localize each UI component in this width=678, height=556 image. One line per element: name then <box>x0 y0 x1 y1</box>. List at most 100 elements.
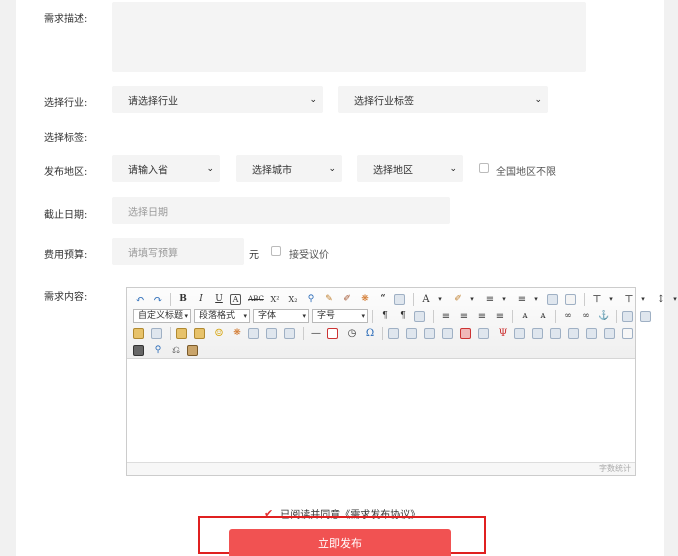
align-center-icon[interactable]: ≡ <box>457 309 471 323</box>
ordered-list-icon[interactable]: ≡ <box>483 292 497 306</box>
industry-tag-select[interactable]: 选择行业标签 ⌄ <box>338 86 548 113</box>
negotiable-checkbox[interactable] <box>271 246 281 256</box>
province-select[interactable]: 请输入省 ⌄ <box>112 155 220 182</box>
submit-button[interactable]: 立即发布 <box>229 529 451 556</box>
image-icon[interactable] <box>133 327 144 339</box>
insert-frame-icon[interactable] <box>284 327 295 339</box>
underline-button[interactable]: U <box>212 292 226 306</box>
nationwide-checkbox[interactable] <box>479 163 489 173</box>
industry-tag-select-value: 选择行业标签 <box>354 96 414 107</box>
paste-plain-icon[interactable] <box>394 293 405 305</box>
chevron-down-icon[interactable]: ▾ <box>433 292 447 306</box>
row-spacing-top-icon[interactable]: ⊤ <box>590 292 604 306</box>
chevron-down-icon[interactable]: ▾ <box>529 292 543 306</box>
italic-button[interactable]: I <box>194 292 208 306</box>
bold-button[interactable]: B <box>176 292 190 306</box>
date-icon[interactable] <box>327 327 338 339</box>
emoji-icon[interactable]: ☺ <box>212 326 226 340</box>
align-right-icon[interactable]: ≡ <box>475 309 489 323</box>
strikethrough-button[interactable]: ABC <box>248 292 264 306</box>
split-cells-icon[interactable] <box>568 327 579 339</box>
chevron-down-icon: ⌄ <box>309 94 317 105</box>
font-family-dropdown[interactable]: 字体 ▾ <box>253 309 309 323</box>
link-icon[interactable]: ∞ <box>561 309 575 323</box>
blockquote-icon[interactable]: “ <box>376 292 390 306</box>
redo-icon[interactable]: ↷ <box>151 292 165 306</box>
attachment-icon[interactable] <box>248 327 259 339</box>
rtl-icon[interactable]: ¶ <box>396 309 410 323</box>
chevron-down-icon[interactable]: ▾ <box>465 292 479 306</box>
font-color-button[interactable]: A <box>419 292 433 306</box>
rich-text-editor: ↶ ↷ B I U A ABC X² X₂ ⚲ ✎ ✐ ❋ “ A ▾ ✐ ▾ … <box>126 287 677 476</box>
chevron-down-icon[interactable]: ▾ <box>636 292 650 306</box>
split-rows-icon[interactable] <box>586 327 597 339</box>
merge-cells-icon[interactable] <box>514 327 525 339</box>
deadline-input[interactable]: 选择日期 <box>112 197 450 224</box>
unordered-list-icon[interactable]: ≡ <box>515 292 529 306</box>
deadline-placeholder: 选择日期 <box>128 207 168 218</box>
select-all-icon[interactable] <box>547 293 558 305</box>
preview-icon[interactable]: ⚲ <box>151 343 165 357</box>
superscript-button[interactable]: X² <box>268 292 282 306</box>
search-replace-binoculars-icon[interactable]: ⎌ <box>169 343 183 357</box>
font-size-dropdown[interactable]: 字号 ▾ <box>312 309 368 323</box>
unlink-icon[interactable]: ∞ <box>579 309 593 323</box>
font-size-label: 字号 <box>317 311 336 321</box>
subscript-button[interactable]: X₂ <box>286 292 300 306</box>
special-char-icon[interactable]: Ω <box>363 326 377 340</box>
ltr-icon[interactable]: ¶ <box>378 309 392 323</box>
drafts-icon[interactable] <box>187 344 198 356</box>
paragraph-format-dropdown[interactable]: 段落格式 ▾ <box>194 309 250 323</box>
map-icon[interactable] <box>266 327 277 339</box>
insert-image-icon[interactable] <box>176 327 187 339</box>
horizontal-rule-icon[interactable]: — <box>309 326 323 340</box>
custom-title-label: 自定义标题 <box>138 311 184 321</box>
merge-right-icon[interactable] <box>532 327 543 339</box>
align-left-icon[interactable]: ≡ <box>439 309 453 323</box>
nationwide-label: 全国地区不限 <box>496 167 556 178</box>
image-float-left-icon[interactable] <box>622 310 633 322</box>
city-select[interactable]: 选择城市 ⌄ <box>236 155 342 182</box>
text-direction-icon[interactable] <box>622 327 633 339</box>
district-select[interactable]: 选择地区 ⌄ <box>357 155 463 182</box>
delete-col-icon[interactable]: Ψ <box>496 326 510 340</box>
scrawl-icon[interactable]: ❋ <box>230 326 244 340</box>
indent-icon[interactable] <box>414 310 425 322</box>
insert-paragraph-before-icon[interactable] <box>424 327 435 339</box>
editor-content-area[interactable] <box>127 359 635 463</box>
format-brush-icon[interactable]: ✐ <box>340 292 354 306</box>
undo-icon[interactable]: ↶ <box>133 292 147 306</box>
video-icon[interactable] <box>194 327 205 339</box>
search-replace-icon[interactable]: ⚲ <box>304 292 318 306</box>
auto-format-icon[interactable]: ❋ <box>358 292 372 306</box>
line-height-icon[interactable]: ↕ <box>654 292 668 306</box>
merge-down-icon[interactable] <box>550 327 561 339</box>
lowercase-icon[interactable]: ᴀ <box>536 309 550 323</box>
row-spacing-bottom-icon[interactable]: ⊤ <box>622 292 636 306</box>
insert-table-icon[interactable] <box>388 327 399 339</box>
multi-image-icon[interactable] <box>151 327 162 339</box>
insert-col-icon[interactable] <box>478 327 489 339</box>
anchor-icon[interactable]: ⚓ <box>597 309 611 323</box>
uppercase-icon[interactable]: ᴀ <box>518 309 532 323</box>
eraser-icon[interactable]: ✎ <box>322 292 336 306</box>
image-float-right-icon[interactable] <box>640 310 651 322</box>
chevron-down-icon[interactable]: ▾ <box>497 292 511 306</box>
industry-select[interactable]: 请选择行业 ⌄ <box>112 86 323 113</box>
clear-doc-icon[interactable] <box>565 293 576 305</box>
chevron-down-icon[interactable]: ▾ <box>604 292 618 306</box>
custom-title-dropdown[interactable]: 自定义标题 ▾ <box>133 309 191 323</box>
delete-row-icon[interactable] <box>460 327 471 339</box>
chevron-down-icon[interactable]: ▾ <box>668 292 678 306</box>
delete-table-icon[interactable] <box>406 327 417 339</box>
tags-label: 选择标签: <box>44 133 88 144</box>
print-icon[interactable] <box>133 344 144 356</box>
time-icon[interactable]: ◷ <box>345 326 359 340</box>
split-cols-icon[interactable] <box>604 327 615 339</box>
align-justify-icon[interactable]: ≡ <box>493 309 507 323</box>
description-textarea[interactable] <box>112 2 586 72</box>
highlight-color-icon[interactable]: ✐ <box>451 292 465 306</box>
budget-input[interactable]: 请填写预算 <box>112 238 244 265</box>
font-border-button[interactable]: A <box>230 293 241 305</box>
insert-row-icon[interactable] <box>442 327 453 339</box>
